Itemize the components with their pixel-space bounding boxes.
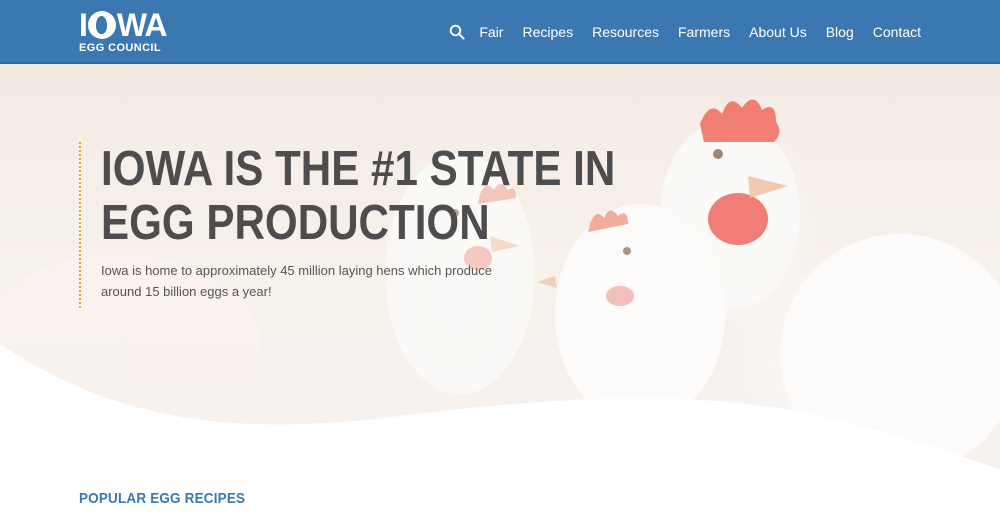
nav-item-about-us[interactable]: About Us <box>749 24 807 40</box>
hero-section: IOWA IS THE #1 STATE IN EGG PRODUCTION I… <box>0 64 1000 515</box>
hero-description: Iowa is home to approximately 45 million… <box>101 263 492 299</box>
egg-logo-icon <box>87 11 116 39</box>
logo-subtext: EGG COUNCIL <box>79 42 162 54</box>
search-icon[interactable] <box>449 24 465 40</box>
iowa-egg-council-logo[interactable]: I WA EGG COUNCIL <box>79 9 174 57</box>
hero-title: IOWA IS THE #1 STATE IN EGG PRODUCTION <box>101 142 616 250</box>
nav-item-blog[interactable]: Blog <box>826 24 854 40</box>
nav-item-recipes[interactable]: Recipes <box>522 24 573 40</box>
logo-letters-wa: WA <box>116 7 168 43</box>
nav-item-contact[interactable]: Contact <box>873 24 921 40</box>
site-header: I WA EGG COUNCIL Fair Recipes Resources … <box>0 0 1000 64</box>
hero-text-block: IOWA IS THE #1 STATE IN EGG PRODUCTION I… <box>79 142 699 308</box>
nav-item-farmers[interactable]: Farmers <box>678 24 730 40</box>
logo-letter-i: I <box>79 7 88 43</box>
logo-wordmark: I WA <box>79 9 174 41</box>
nav-item-resources[interactable]: Resources <box>592 24 659 40</box>
popular-egg-recipes-heading: POPULAR EGG RECIPES <box>79 490 246 507</box>
main-nav: Fair Recipes Resources Farmers About Us … <box>449 0 921 64</box>
nav-item-fair[interactable]: Fair <box>479 24 503 40</box>
